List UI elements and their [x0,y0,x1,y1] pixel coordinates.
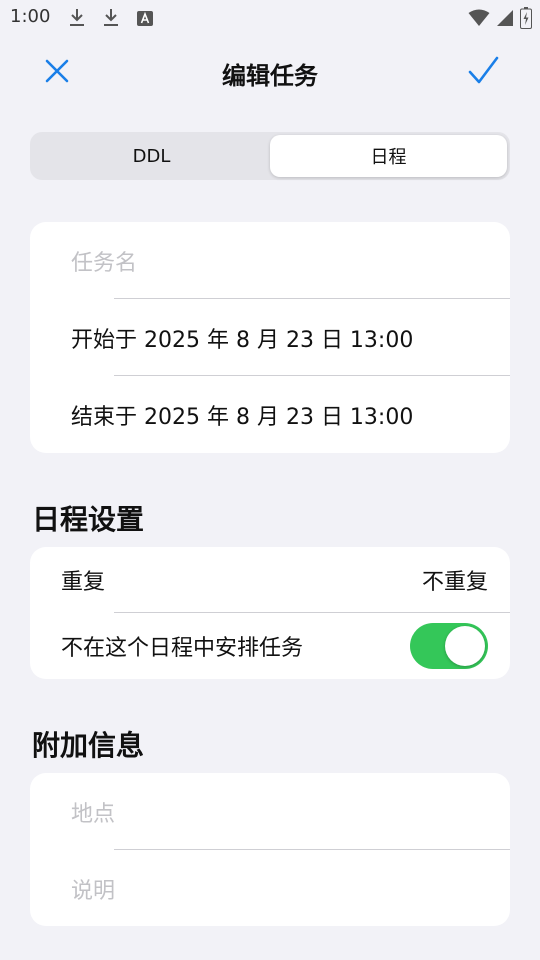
status-icons [468,6,532,30]
location-row[interactable]: 地点 [30,773,510,850]
end-time-row[interactable]: 结束于 2025 年 8 月 23 日 13:00 [30,376,510,453]
no-arrange-label: 不在这个日程中安排任务 [61,636,304,661]
toggle-knob [445,626,485,666]
schedule-settings-card: 重复 不重复 不在这个日程中安排任务 [30,547,510,679]
page-title: 编辑任务 [222,62,318,90]
extra-info-heading: 附加信息 [32,729,145,762]
location-input[interactable]: 地点 [71,796,115,828]
task-card: 任务名 开始于 2025 年 8 月 23 日 13:00 结束于 2025 年… [30,222,510,453]
end-time-text: 结束于 2025 年 8 月 23 日 13:00 [71,404,414,430]
checkmark-icon[interactable] [466,54,500,88]
battery-charging-icon [520,7,532,29]
extra-info-card: 地点 说明 [30,773,510,926]
top-bar: 编辑任务 [0,44,540,98]
repeat-value: 不重复 [421,570,488,595]
task-name-input[interactable]: 任务名 [71,245,137,277]
description-input[interactable]: 说明 [71,873,115,905]
description-row[interactable]: 说明 [30,850,510,926]
segment-ddl[interactable]: DDL [33,135,270,177]
download-icon [104,9,118,26]
schedule-settings-heading: 日程设置 [32,503,145,536]
signal-icon [497,10,513,26]
start-time-text: 开始于 2025 年 8 月 23 日 13:00 [71,327,414,353]
task-name-row[interactable]: 任务名 [30,222,510,299]
status-bar: 1:00 [0,0,540,36]
status-time: 1:00 [10,6,51,27]
keyboard-a-icon [137,11,153,26]
start-time-row[interactable]: 开始于 2025 年 8 月 23 日 13:00 [30,299,510,376]
no-arrange-toggle[interactable] [410,623,488,669]
segment-schedule[interactable]: 日程 [270,135,507,177]
repeat-row[interactable]: 重复 不重复 [30,547,510,613]
edit-task-screen: 1:00 编辑任务 DDL 日程 任务名 开始于 2025 年 8 月 23 日… [0,0,540,960]
no-arrange-row: 不在这个日程中安排任务 [30,613,510,679]
repeat-label: 重复 [61,570,106,595]
download-icon [70,9,84,26]
mode-segmented-control: DDL 日程 [30,132,510,180]
wifi-icon [468,9,490,26]
